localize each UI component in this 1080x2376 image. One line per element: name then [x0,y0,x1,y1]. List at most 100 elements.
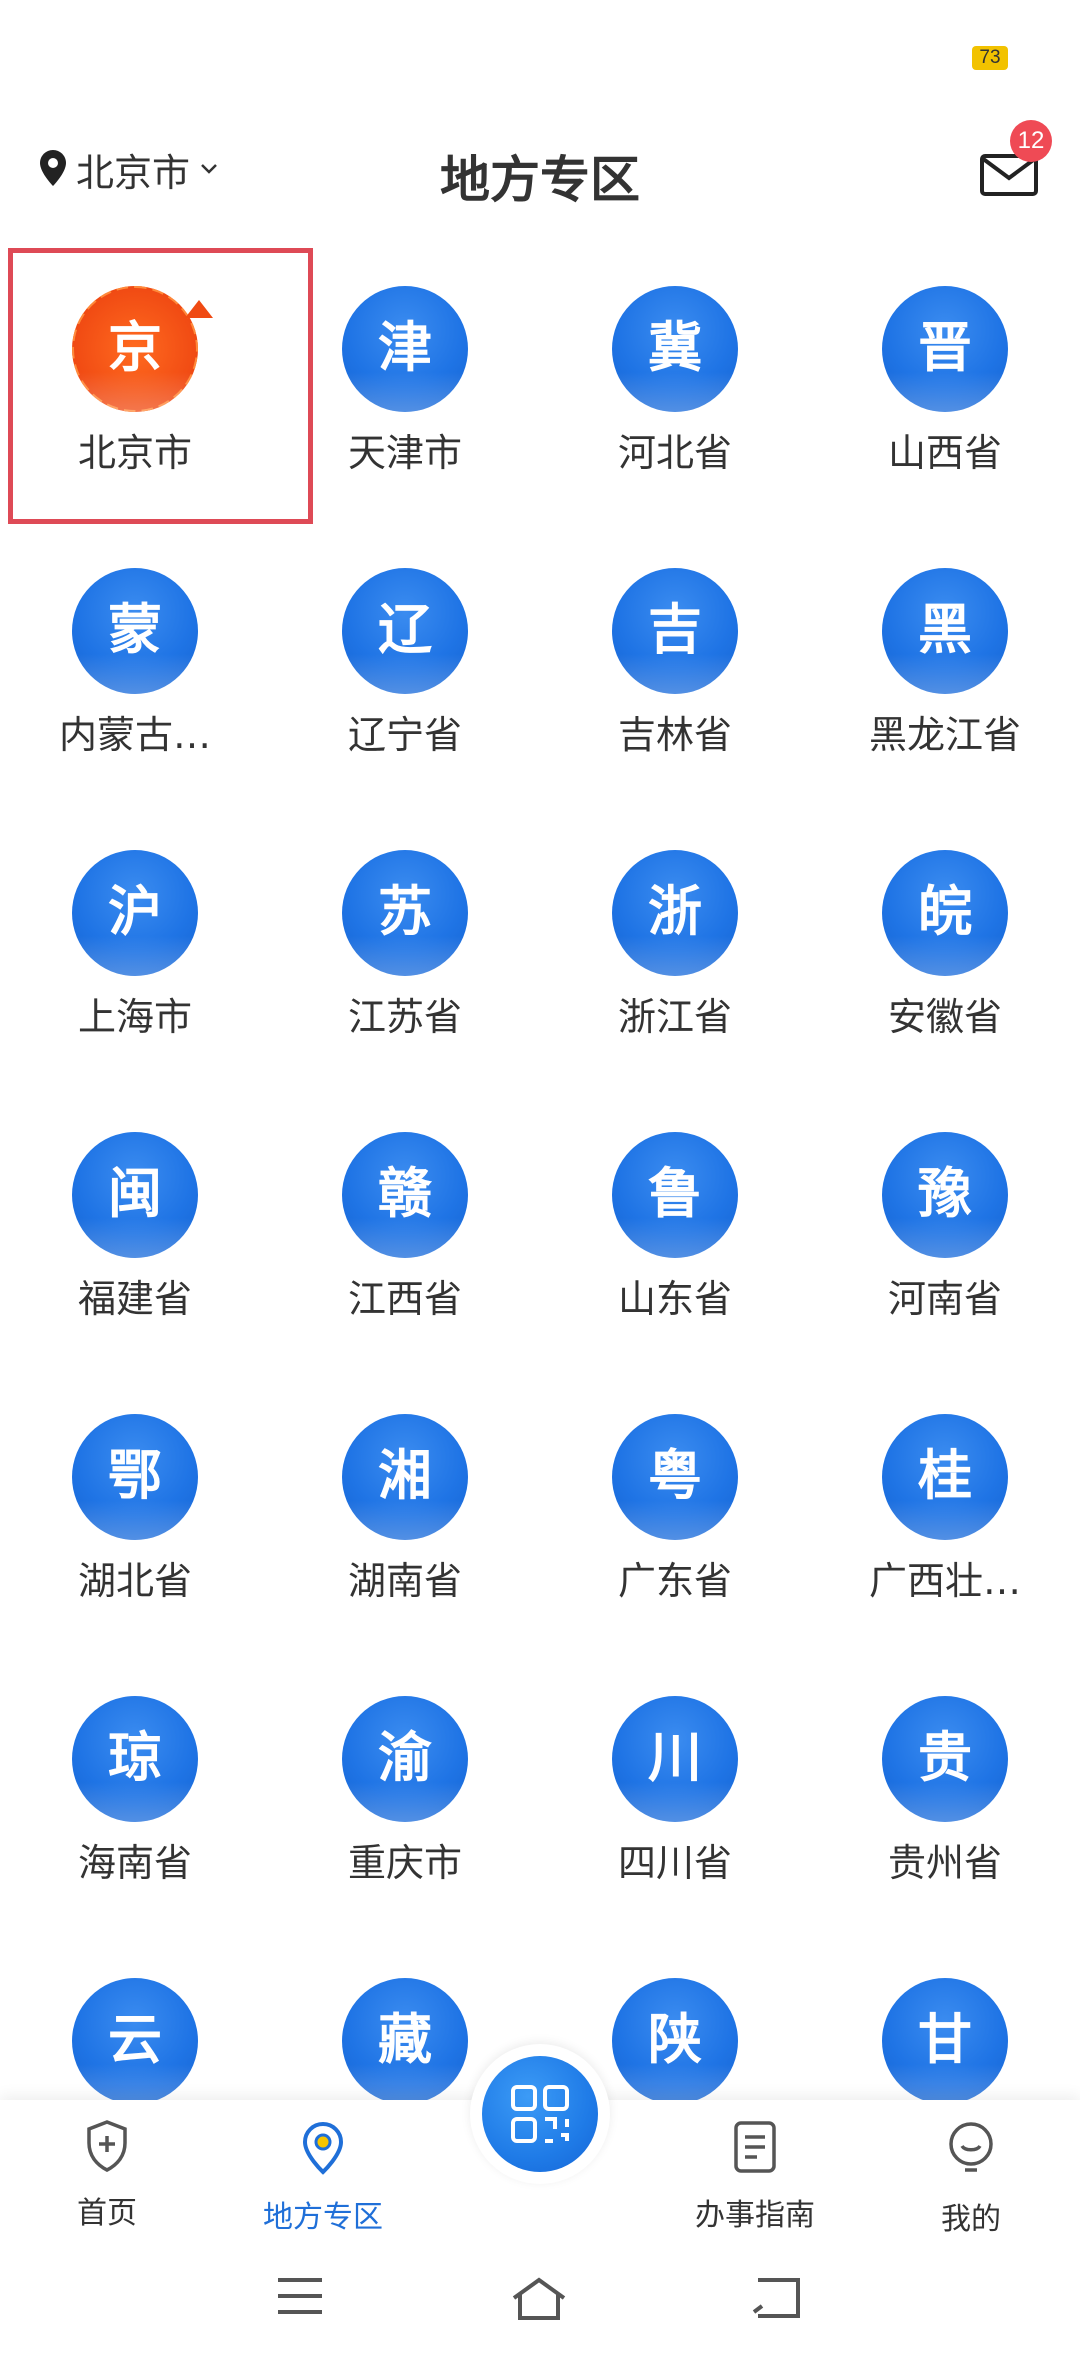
region-icon: 桂 [882,1414,1008,1540]
region-name: 湖北省 [77,1559,192,1603]
region-name: 内蒙古… [58,713,211,757]
region-icon: 沪 [72,850,198,976]
region-guizhou[interactable]: 贵 贵州省 [810,1660,1080,1942]
region-henan[interactable]: 豫 河南省 [810,1096,1080,1378]
region-name: 广西壮… [868,1559,1021,1603]
region-chongqing[interactable]: 渝 重庆市 [270,1660,540,1942]
mail-badge: 12 [1010,120,1052,162]
region-icon: 苏 [342,850,468,976]
region-jiangxi[interactable]: 赣 江西省 [270,1096,540,1378]
region-name: 山东省 [617,1277,732,1321]
region-icon: 贵 [882,1696,1008,1822]
region-name: 福建省 [77,1277,192,1321]
region-icon: 闽 [72,1132,198,1258]
region-icon: 晋 [882,286,1008,412]
scan-button[interactable] [470,2044,610,2184]
document-icon [733,2121,777,2178]
location-marker-icon [295,2121,351,2180]
region-icon: 云 [72,1978,198,2104]
region-icon: 粤 [612,1414,738,1540]
menu-icon[interactable] [276,2276,324,2320]
region-fujian[interactable]: 闽 福建省 [0,1096,270,1378]
region-icon: 京 [72,286,198,412]
nav-mine-label: 我的 [941,2202,1001,2237]
mail-icon [978,154,1040,202]
region-icon: 吉 [612,568,738,694]
region-icon: 蒙 [72,568,198,694]
region-name: 广东省 [617,1559,732,1603]
nav-region-label: 地方专区 [263,2200,383,2235]
region-icon: 川 [612,1696,738,1822]
user-icon [945,2122,997,2182]
region-name: 四川省 [617,1841,732,1885]
nav-home[interactable]: 首页 [27,2120,187,2232]
region-name: 河南省 [887,1277,1002,1321]
header: 北京市 地方专区 12 [0,120,1080,220]
region-hainan[interactable]: 琼 海南省 [0,1660,270,1942]
region-icon: 湘 [342,1414,468,1540]
region-name: 辽宁省 [347,713,462,757]
page-title: 地方专区 [440,151,640,209]
region-name: 山西省 [887,431,1002,475]
region-icon: 赣 [342,1132,468,1258]
region-tianjin[interactable]: 津 天津市 [270,250,540,532]
region-zhejiang[interactable]: 浙 浙江省 [540,814,810,1096]
region-name: 河北省 [617,431,732,475]
region-anhui[interactable]: 皖 安徽省 [810,814,1080,1096]
region-name: 贵州省 [887,1841,1002,1885]
home-icon[interactable] [510,2276,568,2326]
region-shandong[interactable]: 鲁 山东省 [540,1096,810,1378]
region-icon: 藏 [342,1978,468,2104]
battery-indicator: 73 [972,46,1008,70]
shield-plus-icon [85,2120,129,2176]
region-icon: 冀 [612,286,738,412]
region-name: 江西省 [347,1277,462,1321]
region-name: 重庆市 [347,1841,462,1885]
region-name: 上海市 [77,995,192,1039]
region-neimenggu[interactable]: 蒙 内蒙古… [0,532,270,814]
region-name: 安徽省 [887,995,1002,1039]
region-name: 北京市 [77,431,192,475]
region-hebei[interactable]: 冀 河北省 [540,250,810,532]
region-icon: 辽 [342,568,468,694]
region-icon: 渝 [342,1696,468,1822]
region-heilongjiang[interactable]: 黑 黑龙江省 [810,532,1080,814]
region-icon: 浙 [612,850,738,976]
region-icon: 黑 [882,568,1008,694]
region-guangxi[interactable]: 桂 广西壮… [810,1378,1080,1660]
nav-mine[interactable]: 我的 [891,2120,1051,2238]
region-jilin[interactable]: 吉 吉林省 [540,532,810,814]
region-icon: 鄂 [72,1414,198,1540]
region-hunan[interactable]: 湘 湖南省 [270,1378,540,1660]
region-grid: 京 北京市 津 天津市 冀 河北省 晋 山西省 蒙 内蒙古… 辽 辽宁省 吉 吉… [0,250,1080,2224]
nav-guide[interactable]: 办事指南 [675,2120,835,2234]
system-nav-bar [0,2240,1080,2376]
region-hubei[interactable]: 鄂 湖北省 [0,1378,270,1660]
region-icon: 琼 [72,1696,198,1822]
region-beijing[interactable]: 京 北京市 [0,250,270,532]
nav-home-label: 首页 [77,2196,137,2231]
region-name: 天津市 [347,431,462,475]
region-icon: 皖 [882,850,1008,976]
region-guangdong[interactable]: 粤 广东省 [540,1378,810,1660]
nav-guide-label: 办事指南 [695,2198,815,2233]
region-jiangsu[interactable]: 苏 江苏省 [270,814,540,1096]
region-shanxi[interactable]: 晋 山西省 [810,250,1080,532]
region-name: 江苏省 [347,995,462,1039]
region-icon: 甘 [882,1978,1008,2104]
nav-region[interactable]: 地方专区 [243,2120,403,2236]
region-name: 黑龙江省 [868,713,1021,757]
region-name: 浙江省 [617,995,732,1039]
qr-code-icon [510,2084,570,2148]
region-icon: 鲁 [612,1132,738,1258]
region-sichuan[interactable]: 川 四川省 [540,1660,810,1942]
region-liaoning[interactable]: 辽 辽宁省 [270,532,540,814]
flag-icon [185,300,213,318]
back-icon[interactable] [752,2276,802,2324]
mail-button[interactable]: 12 [978,120,1052,198]
region-icon: 豫 [882,1132,1008,1258]
bottom-nav: 首页 地方专区 办事指南 我的 [0,2044,1080,2240]
region-icon: 津 [342,286,468,412]
region-icon: 陕 [612,1978,738,2104]
region-shanghai[interactable]: 沪 上海市 [0,814,270,1096]
